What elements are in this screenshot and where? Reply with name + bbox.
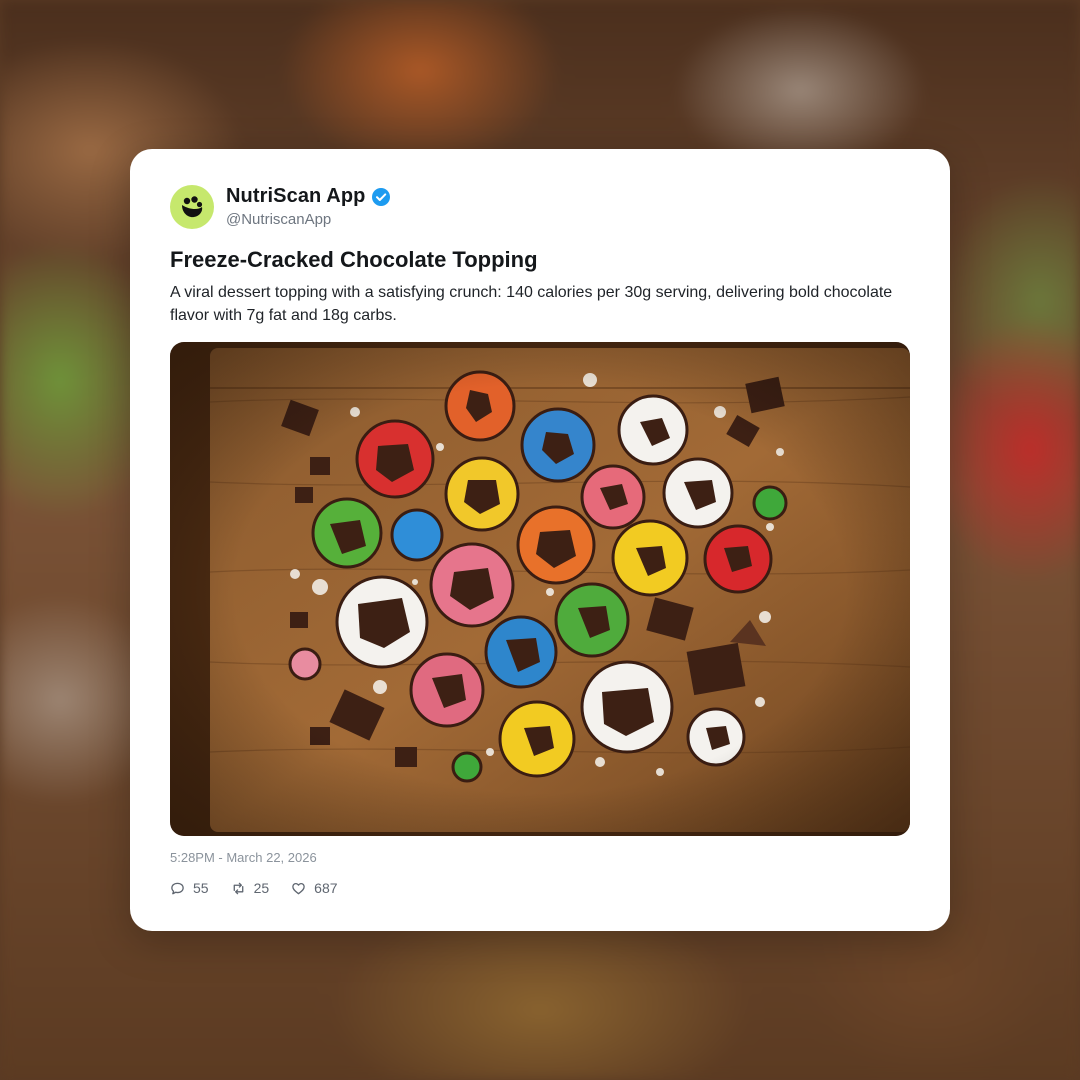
post-timestamp: 5:28PM - March 22, 2026 — [170, 850, 317, 865]
like-count: 687 — [314, 880, 338, 896]
heart-icon — [292, 882, 305, 894]
account-name[interactable]: NutriScan App — [226, 185, 365, 208]
account-name-row: NutriScan App — [226, 185, 391, 208]
post-title: Freeze-Cracked Chocolate Topping — [170, 247, 538, 272]
repost-button[interactable]: 25 — [231, 880, 270, 896]
post-actions: 55 25 687 — [170, 880, 338, 896]
reply-count: 55 — [193, 880, 209, 896]
reply-button[interactable]: 55 — [170, 880, 209, 896]
account-handle[interactable]: @NutriscanApp — [226, 211, 331, 228]
nutriscan-logo-icon — [182, 196, 203, 218]
avatar[interactable] — [170, 185, 214, 229]
post-photo[interactable] — [170, 342, 910, 836]
like-button[interactable]: 687 — [291, 880, 338, 896]
post-card: NutriScan App @NutriscanApp Freeze-Crack… — [130, 149, 950, 931]
verified-badge-icon — [371, 187, 391, 207]
reply-icon — [171, 882, 184, 894]
repost-count: 25 — [253, 880, 270, 896]
post-description: A viral dessert topping with a satisfyin… — [170, 284, 893, 324]
repost-icon — [233, 882, 243, 894]
chocolate-candies-photo — [170, 342, 910, 836]
